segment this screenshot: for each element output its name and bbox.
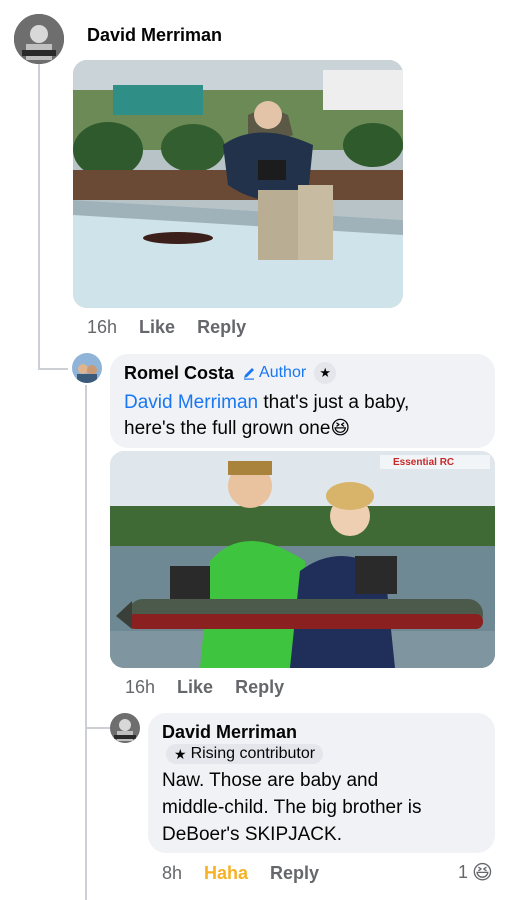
star-badge-icon: ★ [314, 362, 337, 384]
thread-line-main [38, 64, 40, 369]
comment-author[interactable]: Romel Costa [124, 363, 234, 384]
comment-photo[interactable] [73, 60, 403, 308]
comment-actions: 16h Like Reply [125, 677, 306, 698]
reaction-count: 1 [458, 862, 469, 882]
reply-button[interactable]: Reply [235, 677, 284, 697]
comment-photo[interactable]: Essential RC [110, 451, 495, 668]
avatar[interactable] [14, 14, 64, 64]
thread-line-nested [87, 727, 112, 729]
comment-actions: 8h Haha Reply [162, 863, 341, 884]
laughing-emoji-icon: 😆 [472, 862, 493, 884]
comment-bubble: Romel Costa Author ★ David Merriman that… [110, 354, 495, 448]
avatar[interactable] [110, 713, 140, 743]
comment-actions: 16h Like Reply [87, 317, 268, 338]
reply-button[interactable]: Reply [270, 863, 319, 883]
reply-button[interactable]: Reply [197, 317, 246, 337]
avatar-image [110, 713, 140, 743]
avatar[interactable] [72, 353, 102, 383]
like-button[interactable]: Like [177, 677, 213, 697]
thread-line-reply [85, 385, 87, 900]
mention-link[interactable]: David Merriman [124, 392, 258, 413]
haha-reaction-button[interactable]: Haha [204, 863, 248, 883]
timestamp: 16h [87, 317, 118, 337]
laughing-emoji-icon: 😆 [330, 418, 351, 439]
photo-watermark: Essential RC [393, 457, 455, 468]
pencil-icon [244, 368, 255, 380]
timestamp: 8h [162, 863, 183, 883]
thread-line-branch [38, 368, 68, 370]
comment-author[interactable]: David Merriman [87, 25, 222, 46]
photo-image [73, 60, 403, 308]
contributor-badge: ★ Rising contributor [166, 744, 324, 764]
comment-text: David Merriman that's just a baby, here'… [124, 392, 410, 439]
star-icon: ★ [174, 745, 187, 762]
comment-text: Naw. Those are baby and middle-child. Th… [162, 770, 422, 845]
comment-author[interactable]: David Merriman [162, 722, 297, 743]
timestamp: 16h [125, 677, 156, 697]
reaction-summary[interactable]: 1 😆 [458, 860, 493, 885]
avatar-image [14, 14, 64, 64]
comment-bubble: David Merriman ★ Rising contributor Naw.… [148, 713, 495, 853]
author-badge: Author [242, 364, 306, 382]
photo-image [110, 451, 495, 668]
avatar-image [72, 353, 102, 383]
like-button[interactable]: Like [139, 317, 175, 337]
